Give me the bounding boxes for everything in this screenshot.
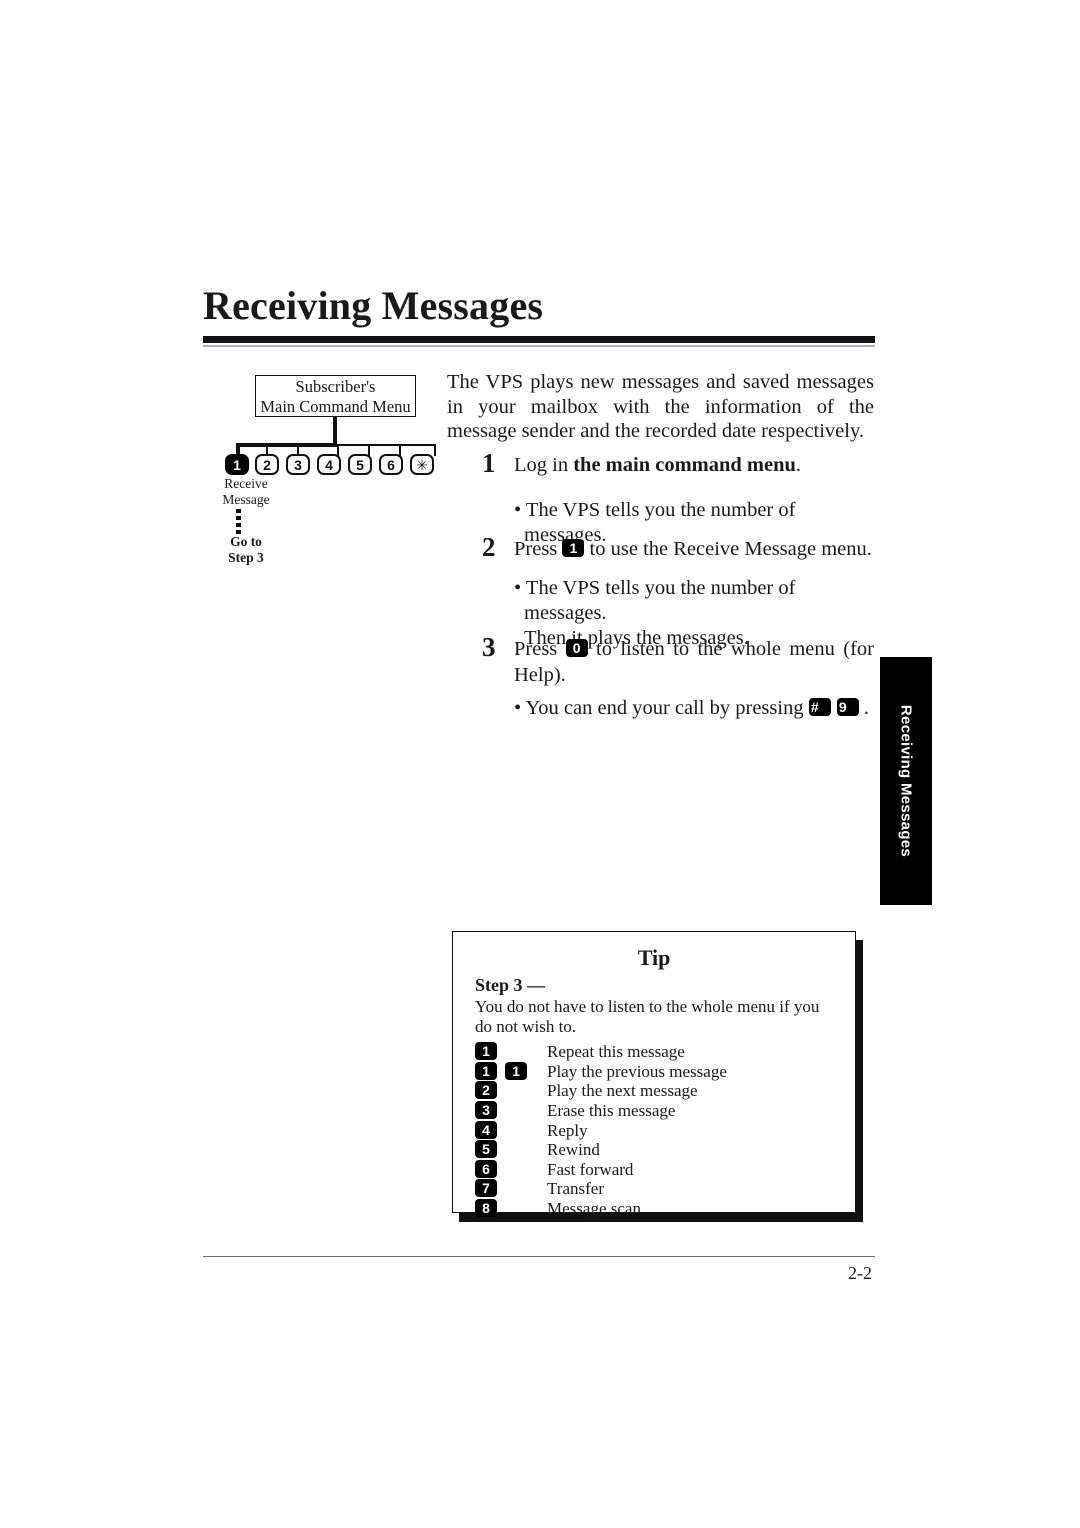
tree-key-6: 6 [379, 454, 403, 475]
step-3-bullet: • You can end your call by pressing #9 . [447, 696, 874, 721]
tip-list-item-keys: 1 [475, 1042, 547, 1061]
tree-bus-thin [337, 444, 436, 446]
step-2-text-pre: Press [514, 538, 563, 560]
tree-goto-line-2: Step 3 [228, 549, 264, 565]
tip-list-item-label: Rewind [547, 1140, 600, 1160]
tip-list-item-label: Message scan [547, 1199, 641, 1219]
tip-list-item-label: Repeat this message [547, 1042, 685, 1062]
tree-drop-star [434, 444, 436, 456]
tip-list-item: 4 Reply [475, 1120, 845, 1140]
step-3-text-pre: Press [514, 638, 566, 660]
tree-key-star: ✳ [410, 454, 434, 475]
tip-step-label: Step 3 — [475, 975, 546, 995]
keypad-key-9-icon: 9 [836, 698, 859, 716]
step-2: 2 Press 1 to use the Receive Message men… [447, 532, 874, 562]
keypad-key-2-icon: 2 [475, 1081, 497, 1100]
keypad-key-6-icon: 6 [475, 1159, 497, 1178]
tree-trunk-line [333, 417, 337, 446]
step-1-text-post: . [795, 454, 802, 476]
tip-list-item: 7 Transfer [475, 1179, 845, 1199]
step-3-bullet-text-post: . [858, 697, 869, 719]
tip-list-item-keys: 6 [475, 1159, 547, 1179]
tip-box: Tip Step 3 — You do not have to listen t… [452, 931, 856, 1218]
step-1-number: 1 [482, 448, 496, 478]
tree-key-5: 5 [348, 454, 372, 475]
step-1-text-pre: Log in [514, 454, 574, 476]
tip-list-item-keys: 5 [475, 1140, 547, 1159]
tip-list-item-label: Fast forward [547, 1159, 634, 1179]
tip-list-item: 5 Rewind [475, 1140, 845, 1160]
tip-list-item-keys: 8 [475, 1199, 547, 1218]
tip-list-item: 6 Fast forward [475, 1159, 845, 1180]
tip-list-item-keys: 4 [475, 1120, 547, 1140]
tip-list-item-label: Erase this message [547, 1101, 676, 1121]
tip-list-item-keys: 3 [475, 1101, 547, 1120]
menu-box-line-1: Subscriber's [295, 377, 376, 396]
keypad-key-0-icon: 0 [565, 639, 588, 657]
tip-note: You do not have to listen to the whole m… [475, 997, 820, 1036]
tip-list-item: 2 Play the next message [475, 1081, 845, 1101]
keypad-key-1-icon: 1 [505, 1061, 527, 1080]
keypad-key-1-icon: 1 [475, 1042, 497, 1061]
tip-command-list: 1 Repeat this message 1 1 Play the previous … [475, 1042, 845, 1218]
keypad-key-1-icon: 1 [475, 1061, 497, 1080]
page-title: Receiving Messages [203, 283, 544, 328]
tree-dotted-connector [236, 509, 241, 534]
tree-key-3: 3 [286, 454, 310, 475]
tree-goto-line-1: Go to [230, 534, 262, 549]
chapter-side-tab: Receiving Messages [880, 657, 932, 905]
step-2-text-post: to use the Receive Message menu. [584, 538, 872, 560]
page-number: 2-2 [848, 1263, 872, 1283]
main-command-menu-box: Subscriber's Main Command Menu [255, 375, 416, 417]
step-3-bullet-text: • You can end your call by pressing #9 . [514, 696, 874, 721]
document-page: Receiving Messages Subscriber's Main Com… [0, 0, 1080, 1528]
step-2-text: Press 1 to use the Receive Message menu. [514, 536, 874, 562]
tip-list-item: 3 Erase this message [475, 1101, 845, 1121]
keypad-key-3-icon: 3 [475, 1101, 497, 1120]
tree-key-2: 2 [255, 454, 279, 475]
tip-list-item: 1 1 Play the previous message [475, 1061, 845, 1082]
header-rule-thin [203, 345, 875, 347]
menu-tree-diagram: Subscriber's Main Command Menu 1 2 3 4 5… [201, 368, 439, 565]
step-3-bullet-text-pre: • You can end your call by pressing [514, 697, 809, 719]
step-3: 3 Press 0 to listen to the whole menu (f… [447, 632, 874, 688]
tree-caption-line-1: Receive [224, 476, 268, 491]
tip-list-item-label: Play the previous message [547, 1061, 727, 1081]
tree-key-1: 1 [225, 454, 249, 475]
keypad-key-1-icon: 1 [562, 539, 585, 557]
step-3-number: 3 [482, 632, 496, 662]
keypad-key-4-icon: 4 [475, 1120, 497, 1139]
step-2-number: 2 [482, 532, 496, 562]
intro-paragraph: The VPS plays new messages and saved mes… [447, 371, 874, 442]
keypad-key-5-icon: 5 [475, 1140, 497, 1159]
keypad-key-8-icon: 8 [475, 1199, 497, 1218]
tip-list-item-label: Reply [547, 1120, 588, 1140]
tip-list-item: 1 Repeat this message [475, 1042, 845, 1062]
tree-key-4: 4 [317, 454, 341, 475]
step-3-text: Press 0 to listen to the whole menu (for… [514, 636, 874, 688]
chapter-side-tab-label: Receiving Messages [897, 704, 915, 858]
tree-caption-line-2: Message [222, 491, 270, 507]
footer-rule [203, 1256, 875, 1258]
tip-list-item-keys: 7 [475, 1179, 547, 1198]
tree-bus-thick [236, 443, 337, 447]
tip-title: Tip [637, 945, 671, 970]
tree-caption: Receive Message [201, 476, 291, 507]
tip-list-item-keys: 2 [475, 1081, 547, 1100]
tree-goto-label: Go to Step 3 [201, 534, 291, 565]
header-rule-thick [203, 336, 875, 343]
tip-list-item-label: Play the next message [547, 1081, 698, 1101]
step-1-text: Log in the main command menu. [514, 452, 874, 478]
tip-list-item-keys: 11 [475, 1061, 547, 1081]
keypad-key-hash-icon: # [808, 698, 831, 716]
menu-box-line-2: Main Command Menu [260, 397, 411, 416]
step-1: 1 Log in the main command menu. [447, 448, 874, 478]
tip-list-item-label: Transfer [547, 1179, 604, 1199]
tip-list-item: 8 Message scan [475, 1199, 845, 1219]
keypad-key-7-icon: 7 [475, 1179, 497, 1198]
step-2-bullet-line-1: • The VPS tells you the number of messag… [514, 577, 796, 624]
step-1-text-bold: the main command menu [573, 454, 796, 476]
